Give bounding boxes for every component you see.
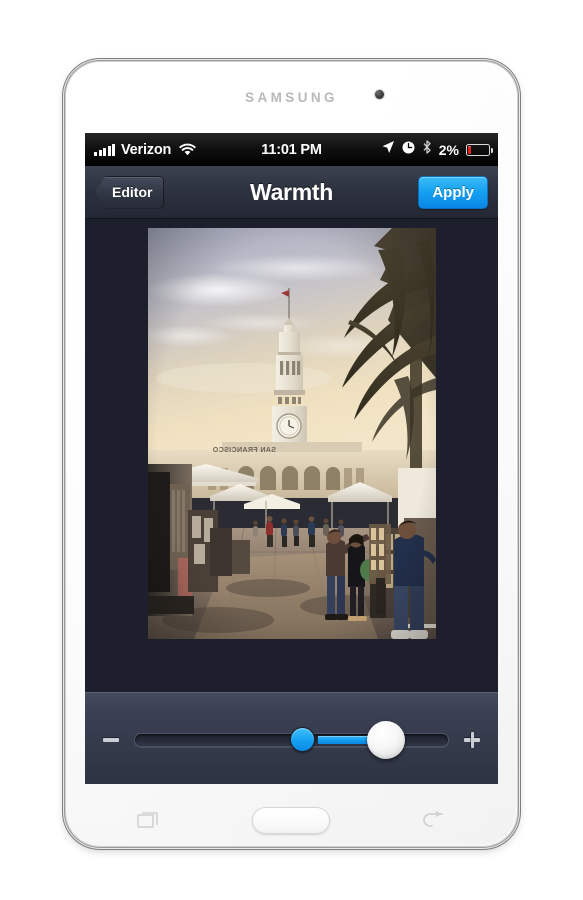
alarm-clock-icon xyxy=(402,141,415,159)
plus-icon[interactable] xyxy=(455,723,489,757)
wifi-icon xyxy=(179,143,196,156)
edited-photo[interactable]: SAN FRANCISCO xyxy=(147,228,436,639)
home-button[interactable] xyxy=(252,806,331,834)
app-nav-bar: Editor Warmth Apply xyxy=(85,166,498,219)
signal-bars-icon xyxy=(94,143,115,156)
status-bar-left: Verizon xyxy=(85,142,196,158)
tablet-device: SAMSUNG Verizon 11:01 PM 2% Editor Warmt… xyxy=(66,62,517,846)
screenshot-stage: SAMSUNG Verizon 11:01 PM 2% Editor Warmt… xyxy=(0,0,583,900)
minus-icon[interactable] xyxy=(94,723,128,757)
apply-button-label: Apply xyxy=(432,183,474,201)
adjust-slider-panel xyxy=(85,692,498,784)
warmth-slider[interactable] xyxy=(134,717,449,763)
slider-thumb[interactable] xyxy=(367,720,405,759)
recent-apps-icon[interactable] xyxy=(122,800,178,840)
carrier-label: Verizon xyxy=(121,141,172,158)
bluetooth-icon xyxy=(422,140,432,159)
samsung-brand-label: SAMSUNG xyxy=(245,90,338,105)
tablet-screen: Verizon 11:01 PM 2% Editor Warmth Apply xyxy=(85,133,498,784)
battery-low-icon xyxy=(466,143,493,156)
back-to-editor-button[interactable]: Editor xyxy=(95,175,165,209)
battery-percent-label: 2% xyxy=(438,141,459,158)
status-bar-right: 2% xyxy=(381,140,498,159)
back-arrow-icon[interactable] xyxy=(405,800,461,840)
status-bar: Verizon 11:01 PM 2% xyxy=(85,133,498,166)
location-arrow-icon xyxy=(381,140,395,159)
back-button-label: Editor xyxy=(112,184,153,200)
apply-button[interactable]: Apply xyxy=(418,175,488,209)
slider-center-anchor-icon xyxy=(290,727,316,752)
photo-canvas: SAN FRANCISCO xyxy=(85,219,498,692)
front-camera-dot-icon xyxy=(375,90,384,99)
android-nav-keys xyxy=(85,797,498,843)
